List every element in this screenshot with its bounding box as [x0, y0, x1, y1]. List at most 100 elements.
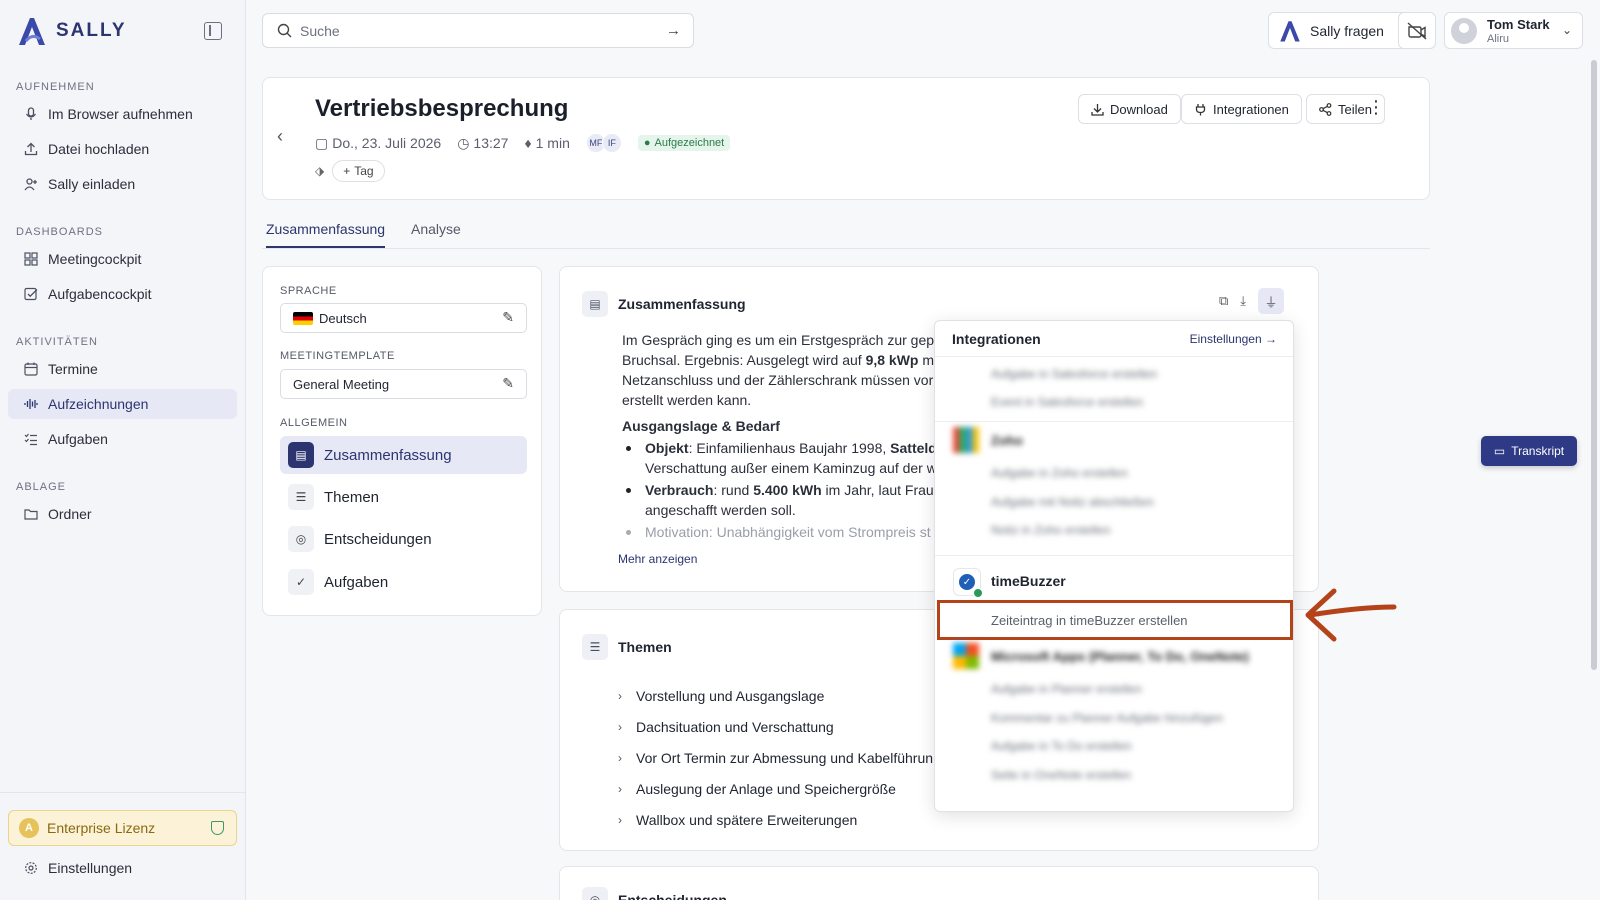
integration-settings-link[interactable]: Einstellungen → — [1190, 332, 1277, 346]
participant-avatar: IF — [601, 133, 622, 153]
pencil-icon[interactable]: ✎ — [502, 375, 514, 392]
show-more-link[interactable]: Mehr anzeigen — [618, 552, 697, 566]
meeting-meta: ▢ Do., 23. Juli 2026 ◷ 13:27 ♦ 1 min MF IF … — [315, 133, 731, 153]
search-input[interactable] — [300, 22, 640, 39]
page-scrollbar[interactable] — [1591, 60, 1597, 670]
plug-icon — [1195, 103, 1206, 115]
language-label: SPRACHE — [280, 285, 337, 297]
integrations-button[interactable]: Integrationen — [1181, 94, 1302, 124]
user-name: Tom Stark — [1487, 17, 1550, 32]
language-select[interactable]: Deutsch ✎ — [280, 303, 527, 333]
theme-item[interactable]: › Dachsituation und Verschattung — [618, 711, 933, 742]
integration-action[interactable]: Aufgabe in Zoho erstellen — [991, 466, 1128, 480]
sidebar-item-label: Aufzeichnungen — [48, 396, 149, 412]
chevron-right-icon: › — [618, 719, 622, 734]
sidebar-item-label: Aufgabencockpit — [48, 286, 152, 302]
nav-aufgaben[interactable]: ✓ Aufgaben — [280, 563, 527, 601]
general-label: ALLGEMEIN — [280, 417, 348, 429]
list-check-icon — [24, 432, 38, 446]
section-label-aufnehmen: AUFNEHMEN — [16, 81, 95, 93]
more-options-icon[interactable]: ⋮ — [1367, 98, 1385, 116]
download-icon[interactable]: ⤓ — [1240, 293, 1246, 314]
integration-action[interactable]: Kommentar zu Planner Aufgabe hinzufügen — [991, 711, 1223, 725]
integration-action[interactable]: Event in Salesforce erstellen — [991, 395, 1143, 409]
sidebar-item-label: Datei hochladen — [48, 141, 150, 157]
pencil-icon[interactable]: ✎ — [502, 309, 514, 326]
theme-item[interactable]: › Vorstellung und Ausgangslage — [618, 680, 933, 711]
clock-icon: ◷ — [457, 134, 470, 151]
nav-entscheidungen[interactable]: ◎ Entscheidungen — [280, 520, 527, 558]
app-logo[interactable]: SALLY — [16, 15, 127, 47]
timebuzzer-create-entry-action[interactable]: Zeiteintrag in timeBuzzer erstellen — [937, 600, 1293, 640]
enterprise-license-badge[interactable]: A Enterprise Lizenz — [8, 810, 237, 846]
content-tabs: Zusammenfassung Analyse — [262, 215, 1430, 249]
german-flag-icon — [293, 311, 313, 325]
zoho-logo-icon — [953, 427, 979, 453]
sidebar-item-einstellungen[interactable]: Einstellungen — [8, 853, 237, 883]
add-tag-button[interactable]: + Tag — [332, 160, 385, 182]
chevron-right-icon: › — [618, 688, 622, 703]
grid-icon — [24, 252, 38, 266]
check-circle-icon: ✓ — [288, 569, 314, 595]
timebuzzer-logo-icon: ✓ — [953, 568, 983, 598]
sidebar-item-aufgabencockpit[interactable]: Aufgabencockpit — [8, 279, 237, 309]
plug-icon[interactable]: ⏚ — [1258, 288, 1284, 314]
arrow-right-icon[interactable]: → — [666, 22, 681, 39]
calendar-icon: ▢ — [315, 134, 329, 151]
tab-analyse[interactable]: Analyse — [411, 221, 461, 237]
theme-item[interactable]: › Auslegung der Anlage und Speichergröße — [618, 773, 933, 804]
summary-card-header: ▤ Zusammenfassung — [582, 291, 746, 317]
nav-zusammenfassung[interactable]: ▤ Zusammenfassung — [280, 436, 527, 474]
sidebar-item-invite-sally[interactable]: Sally einladen — [8, 169, 237, 199]
back-chevron-icon[interactable]: ‹ — [277, 126, 283, 147]
sidebar-item-upload[interactable]: Datei hochladen — [8, 134, 237, 164]
ask-sally-button[interactable]: Sally fragen — [1268, 12, 1417, 49]
integration-action[interactable]: Aufgabe in To Do erstellen — [991, 739, 1132, 753]
template-select[interactable]: General Meeting ✎ — [280, 369, 527, 399]
sidebar-item-meetingcockpit[interactable]: Meetingcockpit — [8, 244, 237, 274]
mic-icon: ♦ — [524, 135, 532, 151]
ask-sally-label: Sally fragen — [1310, 22, 1384, 39]
sidebar-item-browser-record[interactable]: Im Browser aufnehmen — [8, 99, 237, 129]
meeting-header: ‹ Vertriebsbesprechung ▢ Do., 23. Juli 20… — [262, 77, 1430, 200]
integration-action[interactable]: Notiz in Zoho erstellen — [991, 523, 1110, 537]
page-title: Vertriebsbesprechung — [315, 95, 569, 122]
integration-action[interactable]: Aufgabe mit Notiz abschließen — [991, 495, 1154, 509]
integration-action[interactable]: Seite in OneNote erstellen — [991, 768, 1131, 782]
sidebar-item-termine[interactable]: Termine — [8, 354, 237, 384]
camera-off-icon — [1407, 21, 1427, 40]
section-label-aktivitaeten: AKTIVITÄTEN — [16, 336, 98, 348]
nav-themen[interactable]: ☰ Themen — [280, 478, 527, 516]
share-icon — [1319, 102, 1332, 116]
integration-action[interactable]: Aufgabe in Planner erstellen — [991, 682, 1142, 696]
camera-off-button[interactable] — [1398, 12, 1436, 49]
copy-icon[interactable]: ⧉ — [1219, 293, 1228, 314]
sidebar-item-ordner[interactable]: Ordner — [8, 499, 237, 529]
sidebar-item-aufgaben[interactable]: Aufgaben — [8, 424, 237, 454]
check-circle-icon: ● — [643, 137, 651, 149]
integration-name: Microsoft Apps (Planner, To Do, OneNote) — [991, 649, 1249, 664]
document-icon: ▤ — [288, 442, 314, 468]
sidebar-item-label: Einstellungen — [48, 860, 133, 876]
download-icon — [1091, 103, 1104, 116]
tag-row: ⬗ + Tag — [315, 160, 385, 182]
transcript-button[interactable]: ▭ Transkript — [1481, 436, 1577, 466]
sidebar-collapse-icon[interactable] — [204, 22, 222, 40]
participants[interactable]: MF IF — [585, 133, 622, 153]
tab-zusammenfassung[interactable]: Zusammenfassung — [266, 221, 386, 248]
download-button[interactable]: Download — [1078, 94, 1181, 124]
summary-actions: ⧉ ⤓ ⏚ — [1219, 288, 1284, 314]
sidebar-footer: A Enterprise Lizenz Einstellungen — [0, 792, 246, 900]
summary-text: Im Gespräch ging es um ein Erstgespräch … — [622, 332, 942, 540]
theme-item[interactable]: › Wallbox und spätere Erweiterungen — [618, 804, 933, 835]
mic-icon — [24, 107, 38, 121]
sidebar-item-aufzeichnungen[interactable]: Aufzeichnungen — [8, 389, 237, 419]
plus-icon: + — [343, 164, 351, 178]
list-icon: ☰ — [582, 634, 608, 660]
search-bar[interactable]: → — [262, 13, 694, 48]
theme-item[interactable]: › Vor Ort Termin zur Abmessung und Kabelf… — [618, 742, 933, 773]
list-icon: ☰ — [288, 484, 314, 510]
user-menu[interactable]: Tom Stark Aliru ⌄ — [1444, 12, 1583, 49]
chevron-down-icon: ⌄ — [1561, 23, 1572, 37]
integration-action[interactable]: Aufgabe in Salesforce erstellen — [991, 367, 1157, 381]
